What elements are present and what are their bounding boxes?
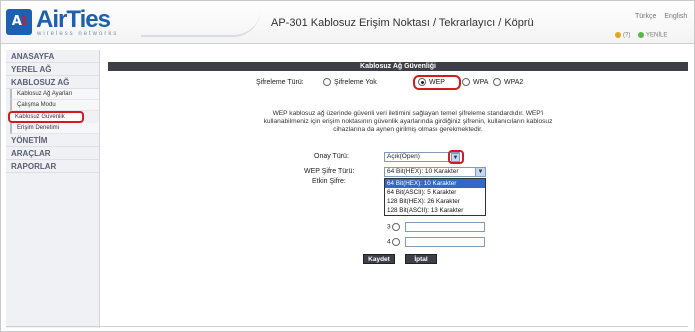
sidebar-item-kablosuz-ag[interactable]: KABLOSUZ AĞ <box>6 76 99 89</box>
active-key-label: Etkin Şifre: <box>312 178 346 185</box>
logo-text: AirTies <box>36 6 111 33</box>
sidebar-subitem-calisma-modu[interactable]: Çalışma Modu <box>10 100 99 111</box>
header: Ai AirTies wireless networks AP-301 Kabl… <box>1 1 694 44</box>
sidebar-subitem-kablosuz-ag-ayarlari[interactable]: Kablosuz Ağ Ayarları <box>10 89 99 100</box>
radio-wpa2[interactable] <box>493 78 501 86</box>
dropdown-option[interactable]: 128 Bit(HEX): 26 Karakter <box>385 197 485 206</box>
radio-wpa[interactable] <box>462 78 470 86</box>
key-radio[interactable] <box>392 223 401 231</box>
key-number: 4 <box>387 238 401 246</box>
refresh-icon <box>638 32 645 38</box>
help-link[interactable]: (?) <box>615 32 630 39</box>
lang-english-link[interactable]: English <box>664 13 687 20</box>
key-number: 3 <box>387 223 401 231</box>
logo-mark-icon: Ai <box>6 9 32 35</box>
sidebar-item-anasayfa[interactable]: ANASAYFA <box>6 50 99 63</box>
key-input-4[interactable] <box>405 237 485 247</box>
chevron-down-icon[interactable]: ▼ <box>475 168 485 176</box>
sidebar-item-yonetim[interactable]: YÖNETİM <box>6 134 99 147</box>
key-input-3[interactable] <box>405 222 485 232</box>
refresh-link[interactable]: YENİLE <box>638 32 667 39</box>
cancel-button[interactable]: İptal <box>405 254 437 264</box>
auth-arrow-highlight: ▼ <box>448 150 464 164</box>
header-swoosh <box>141 9 261 37</box>
footer-divider <box>6 326 688 327</box>
chevron-down-icon[interactable]: ▼ <box>451 153 460 162</box>
logo-subtitle: wireless networks <box>37 31 119 37</box>
sidebar-subitem-erisim-denetimi[interactable]: Erişim Denetimi <box>10 123 99 134</box>
language-switcher: Türkçe English <box>629 13 687 20</box>
sidebar-subitem-kablosuz-guvenlik[interactable]: Kablosuz Güvenlik <box>8 111 84 123</box>
top-links: (?) YENİLE <box>609 32 667 39</box>
main-content: Kablosuz Ağ Güvenliği Şifreleme Türü: Şi… <box>108 62 688 328</box>
encryption-type-row: Şifreleme Türü: Şifreleme Yok WEP WPA WP… <box>108 75 688 91</box>
encryption-option-wpa[interactable]: WPA <box>462 78 488 86</box>
sidebar-item-araclar[interactable]: ARAÇLAR <box>6 147 99 160</box>
key-row-4: 4 <box>367 237 489 247</box>
encryption-option-wep[interactable]: WEP <box>418 78 445 86</box>
sidebar: ANASAYFA YEREL AĞ KABLOSUZ AĞ Kablosuz A… <box>6 50 100 328</box>
wep-type-label: WEP Şifre Türü: <box>304 168 355 175</box>
radio-wep[interactable] <box>418 78 426 86</box>
page-title: AP-301 Kablosuz Erişim Noktası / Tekrarl… <box>271 17 534 29</box>
wep-info-text: WEP kablosuz ağ üzerinde güvenli veri il… <box>263 110 553 133</box>
key-radio[interactable] <box>392 238 401 246</box>
dropdown-option[interactable]: 64 Bit(ASCII): 5 Karakter <box>385 188 485 197</box>
dropdown-option[interactable]: 64 Bit(HEX): 10 Karakter <box>385 179 485 188</box>
help-icon <box>615 32 621 38</box>
wep-type-select[interactable]: 64 Bit(HEX): 10 Karakter ▼ <box>384 167 486 177</box>
wep-type-dropdown: 64 Bit(HEX): 10 Karakter 64 Bit(ASCII): … <box>384 178 486 216</box>
sidebar-item-raporlar[interactable]: RAPORLAR <box>6 160 99 173</box>
key-row-3: 3 <box>367 222 489 232</box>
section-title: Kablosuz Ağ Güvenliği <box>108 62 688 71</box>
encryption-option-wpa2[interactable]: WPA2 <box>493 78 523 86</box>
encryption-option-none[interactable]: Şifreleme Yok <box>323 78 377 86</box>
dropdown-option[interactable]: 128 Bit(ASCII): 13 Karakter <box>385 206 485 215</box>
lang-turkish-link[interactable]: Türkçe <box>635 13 656 20</box>
airties-logo[interactable]: Ai AirTies wireless networks <box>6 7 136 39</box>
radio-none[interactable] <box>323 78 331 86</box>
save-button[interactable]: Kaydet <box>363 254 395 264</box>
auth-type-label: Onay Türü: <box>314 153 349 160</box>
sidebar-item-yerel-ag[interactable]: YEREL AĞ <box>6 63 99 76</box>
encryption-type-label: Şifreleme Türü: <box>256 79 304 86</box>
